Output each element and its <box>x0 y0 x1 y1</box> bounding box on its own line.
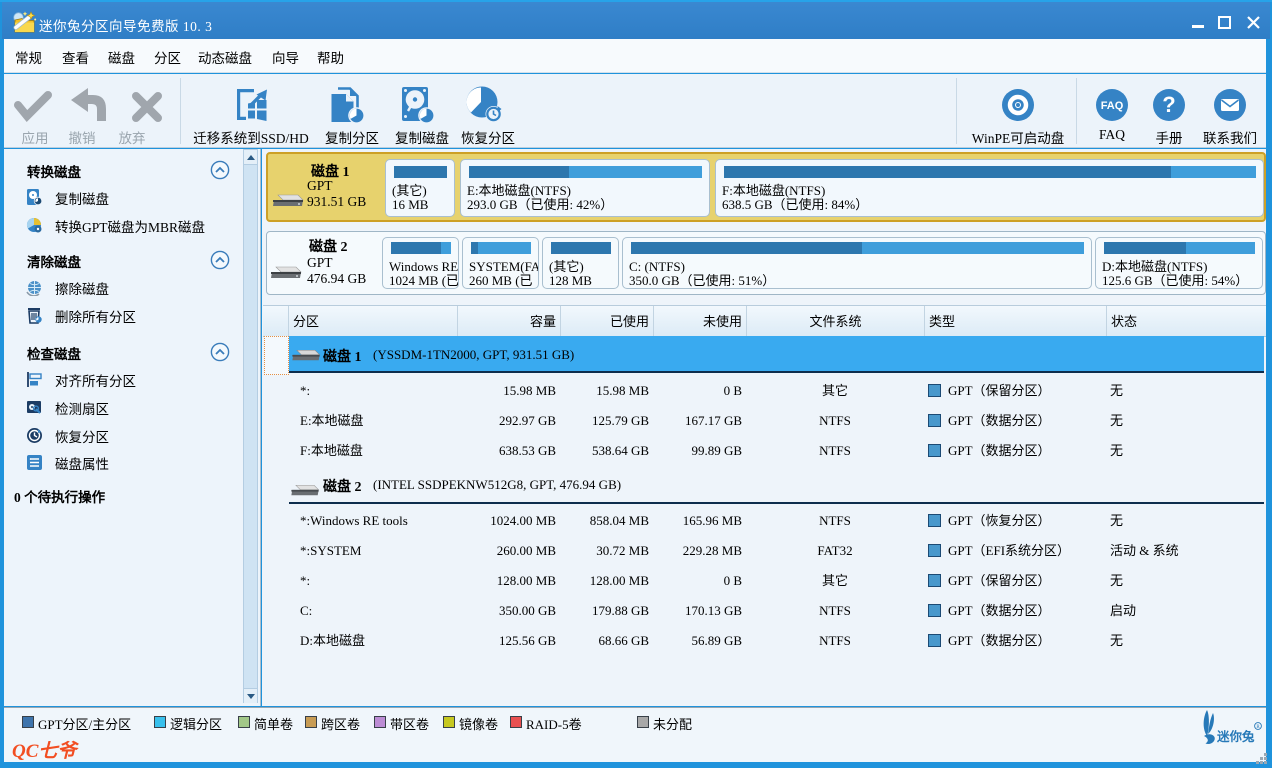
svg-text:R: R <box>1256 725 1260 730</box>
svg-text:迷你兔: 迷你兔 <box>1216 729 1255 744</box>
svg-text:?: ? <box>1162 92 1175 117</box>
svg-text:FAQ: FAQ <box>1101 100 1124 112</box>
